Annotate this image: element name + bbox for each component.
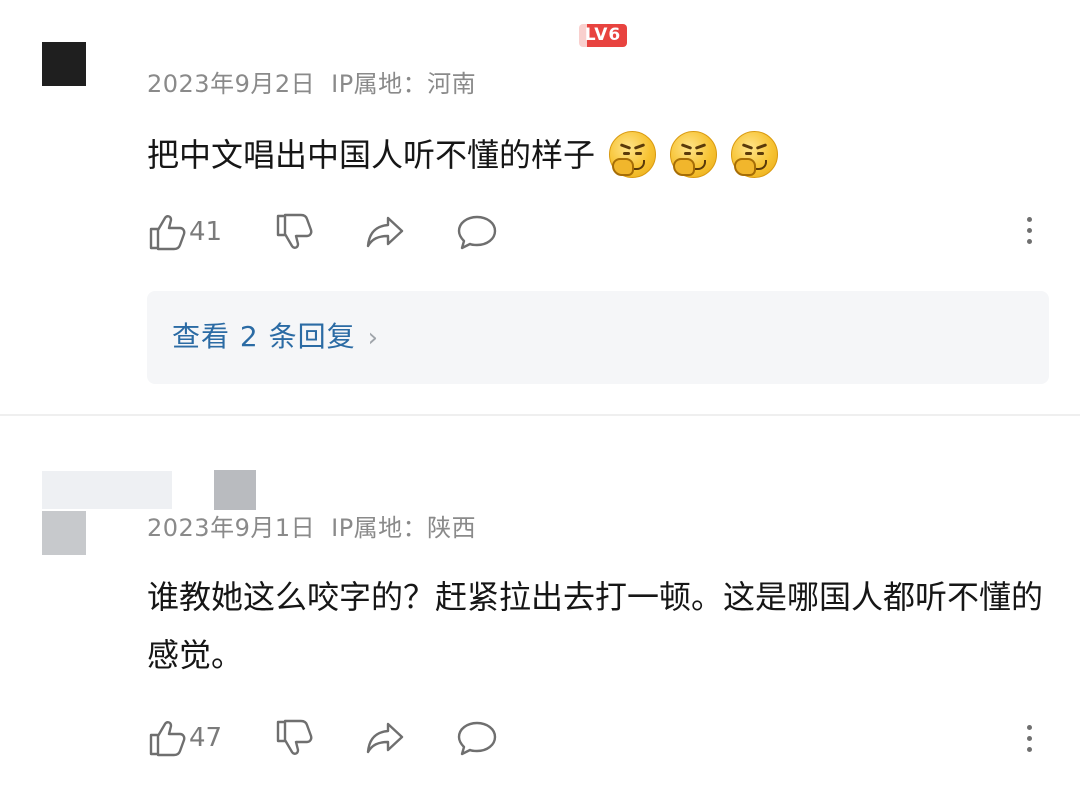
dot-icon [1026,725,1032,730]
thumbs-down-icon [276,213,313,249]
like-count: 47 [189,723,223,753]
view-replies-link[interactable]: 查看 2 条回复 › [172,315,379,355]
thumbs-up-icon [149,721,186,757]
view-replies-text: 查看 2 条回复 [172,320,356,353]
dot-icon [1026,747,1032,752]
comment-text: 谁教她这么咬字的？赶紧拉出去打一顿。这是哪国人都听不懂的感觉。 [147,578,1044,674]
speech-bubble-icon [457,215,497,250]
dislike-button[interactable] [274,212,314,252]
comment-meta: 2023年9月2日 IP属地：河南 [147,64,476,99]
laughing-emoji-icon [609,130,657,178]
comment-actions: 41 [147,212,538,252]
thumbs-down-icon [276,719,313,755]
reply-button[interactable] [456,212,498,252]
ip-location: IP属地：陕西 [331,514,477,542]
comment-meta: 2023年9月1日 IP属地：陕西 [147,508,476,543]
comment-text: 把中文唱出中国人听不懂的样子 [147,126,779,184]
ip-location: IP属地：河南 [331,70,477,98]
laughing-emoji-icon [670,130,718,178]
avatar[interactable] [42,42,86,86]
thumbs-up-icon [149,215,186,251]
speech-bubble-icon [457,721,497,756]
dot-icon [1026,736,1032,741]
share-arrow-icon [366,216,404,248]
dot-icon [1026,239,1032,244]
comment-date: 2023年9月2日 [147,70,316,98]
dislike-button[interactable] [274,718,314,758]
reply-button[interactable] [456,718,498,758]
more-options-button[interactable] [1020,214,1038,247]
comment-body: 把中文唱出中国人听不懂的样子 [147,136,596,174]
share-button[interactable] [364,718,406,758]
avatar[interactable] [42,511,86,555]
view-replies-panel[interactable]: 查看 2 条回复 › [147,291,1049,384]
divider [0,414,1080,416]
like-button[interactable]: 41 [147,212,222,252]
level-badge: LV6 [579,24,627,47]
share-arrow-icon [366,722,404,754]
dot-icon [1026,228,1032,233]
dot-icon [1026,217,1032,222]
laughing-emoji-icon [731,130,779,178]
share-button[interactable] [364,212,406,252]
like-button[interactable]: 47 [147,718,222,758]
more-options-button[interactable] [1020,722,1038,755]
like-count: 41 [189,217,223,247]
comment-date: 2023年9月1日 [147,514,316,542]
chevron-right-icon: › [367,323,380,353]
blurred-username [42,471,172,509]
blurred-badge [214,470,256,510]
comment-actions: 47 [147,718,538,758]
